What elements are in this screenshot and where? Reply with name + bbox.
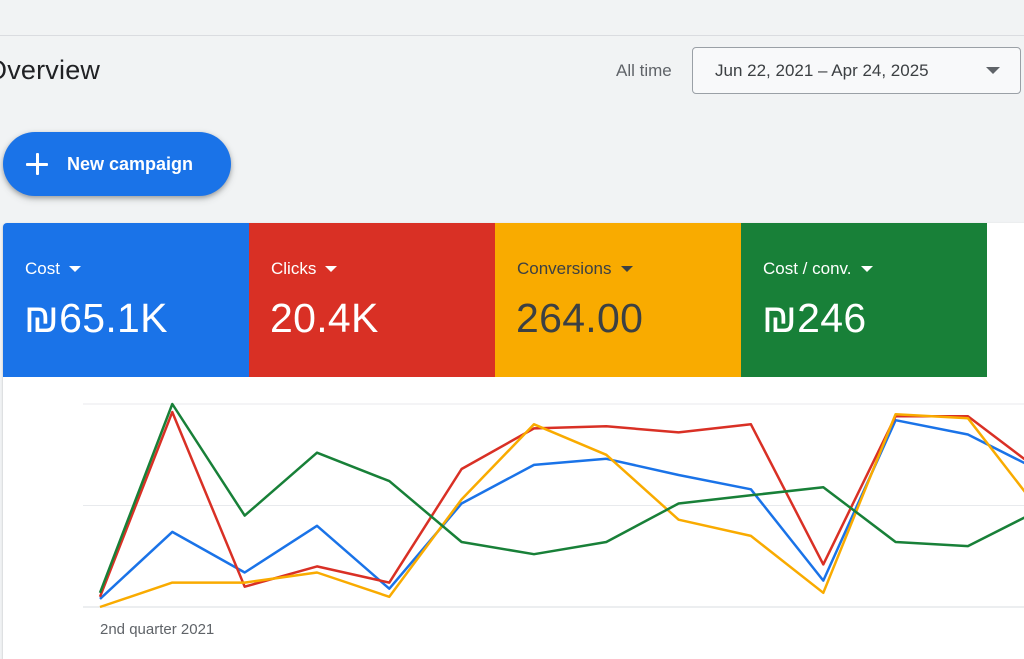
date-range-value: Jun 22, 2021 – Apr 24, 2025: [715, 60, 929, 80]
metric-tile-clicks[interactable]: Clicks 20.4K: [249, 223, 495, 377]
dropdown-arrow-icon: [325, 266, 338, 272]
metric-tile-cost[interactable]: Cost ₪65.1K: [3, 223, 249, 377]
metric-name: Cost: [25, 259, 60, 278]
plus-icon: [25, 152, 49, 176]
dropdown-arrow-icon: [860, 266, 873, 272]
new-campaign-label: New campaign: [67, 154, 194, 174]
series-line-cost-conv-: [98, 402, 1024, 594]
new-campaign-button[interactable]: New campaign: [3, 132, 231, 196]
performance-chart: 2nd quarter 2021: [3, 377, 1024, 659]
date-range-label: All time: [616, 61, 672, 80]
x-tick-label: 2nd quarter 2021: [100, 621, 215, 638]
metric-value: ₪246: [762, 295, 867, 341]
metric-value: 264.00: [516, 295, 644, 341]
top-bar: [0, 0, 1024, 36]
dropdown-arrow-icon: [986, 67, 1000, 74]
metric-tile-cost-per-conversion[interactable]: Cost / conv. ₪246: [741, 223, 987, 377]
date-range-dropdown[interactable]: Jun 22, 2021 – Apr 24, 2025: [692, 47, 1021, 94]
metric-value: ₪65.1K: [24, 295, 168, 341]
metric-name: Clicks: [271, 259, 317, 278]
metric-tiles: Cost ₪65.1K Clicks 20.4K Conversions 264…: [3, 223, 987, 377]
metric-name: Cost / conv.: [763, 259, 852, 278]
page-title: Overview: [0, 55, 101, 85]
metric-name: Conversions: [517, 259, 612, 278]
metric-tile-conversions[interactable]: Conversions 264.00: [495, 223, 741, 377]
performance-card: Cost ₪65.1K Clicks 20.4K Conversions 264…: [3, 223, 1024, 659]
dropdown-arrow-icon: [68, 266, 81, 272]
dropdown-arrow-icon: [620, 266, 633, 272]
metric-value: 20.4K: [270, 295, 379, 341]
line-chart: [83, 402, 1024, 609]
